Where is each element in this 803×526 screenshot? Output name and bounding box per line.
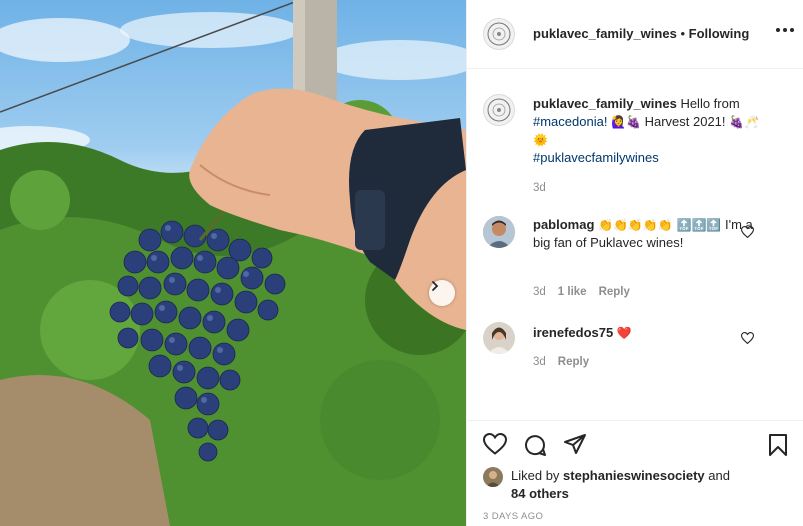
comment-text: irenefedos75 ❤️ [533, 324, 753, 342]
liked-by-suffix: and [708, 468, 730, 483]
header-user-line: puklavec_family_wines • Following [533, 26, 749, 41]
account-name-link[interactable]: puklavec_family_wines [533, 26, 677, 41]
instagram-post: puklavec_family_wines • Following puklav… [0, 0, 803, 526]
comment-icon[interactable] [523, 433, 547, 457]
heart-icon[interactable] [483, 433, 507, 455]
post-details-panel: puklavec_family_wines • Following puklav… [466, 0, 803, 526]
hashtag-link[interactable]: #macedonia! [533, 114, 607, 129]
heart-emoji: ❤️ [616, 326, 632, 340]
winery-logo [487, 98, 511, 122]
account-avatar[interactable] [483, 18, 515, 50]
post-date[interactable]: 3 DAYS AGO [483, 511, 543, 522]
likes-count-link[interactable]: 84 others [511, 486, 569, 501]
following-button[interactable]: Following [689, 26, 750, 41]
post-header: puklavec_family_wines • Following [467, 0, 803, 69]
comment-likes[interactable]: 1 like [558, 286, 587, 298]
reply-button[interactable]: Reply [599, 286, 630, 298]
user-photo [483, 216, 515, 248]
post-actions: Liked by stephanieswinesociety and 84 ot… [467, 420, 803, 526]
comment-time[interactable]: 3d [533, 286, 546, 298]
comment-meta: 3d 1 like Reply [533, 286, 630, 298]
caption-account-link[interactable]: puklavec_family_wines [533, 96, 677, 111]
chevron-right-icon [432, 281, 439, 291]
avatar[interactable] [483, 216, 515, 248]
caption-time[interactable]: 3d [533, 179, 773, 197]
hashtag-link[interactable]: #puklavecfamilywines [533, 150, 659, 165]
comment-user-link[interactable]: pablomag [533, 217, 594, 232]
liker-avatar[interactable] [483, 467, 503, 487]
liker-user-link[interactable]: stephanieswinesociety [563, 468, 705, 483]
caption-text: puklavec_family_wines Hello from #macedo… [533, 95, 773, 197]
caption-text-1: Hello from [680, 96, 740, 111]
winery-logo [487, 22, 511, 46]
likes-text: Liked by stephanieswinesociety and 84 ot… [511, 467, 771, 503]
caption-text-2: Harvest 2021! [644, 114, 726, 129]
share-icon[interactable] [563, 433, 587, 455]
post-photo[interactable] [0, 0, 466, 526]
grape-harvest-image [0, 0, 466, 526]
caption-avatar[interactable] [483, 94, 515, 126]
separator-dot: • [680, 26, 685, 41]
reply-button[interactable]: Reply [558, 356, 589, 368]
heart-icon[interactable] [741, 226, 754, 238]
bookmark-icon[interactable] [768, 433, 788, 457]
comment-user-link[interactable]: irenefedos75 [533, 325, 613, 340]
heart-icon[interactable] [741, 332, 754, 344]
next-photo-button[interactable] [429, 280, 455, 306]
comment-time[interactable]: 3d [533, 356, 546, 368]
caption-emoji-1: 🙋‍♀️🍇 [611, 115, 641, 129]
avatar[interactable] [483, 322, 515, 354]
comment-emoji: 👏👏👏👏👏 🔝🔝🔝 [598, 218, 722, 232]
comment-meta: 3d Reply [533, 356, 589, 368]
more-options-icon[interactable] [776, 28, 794, 32]
liked-by-prefix: Liked by [511, 468, 560, 483]
comment-text: pablomag 👏👏👏👏👏 🔝🔝🔝 I'm a big fan of Pukl… [533, 216, 753, 252]
user-photo [483, 322, 515, 354]
user-photo [483, 467, 503, 487]
